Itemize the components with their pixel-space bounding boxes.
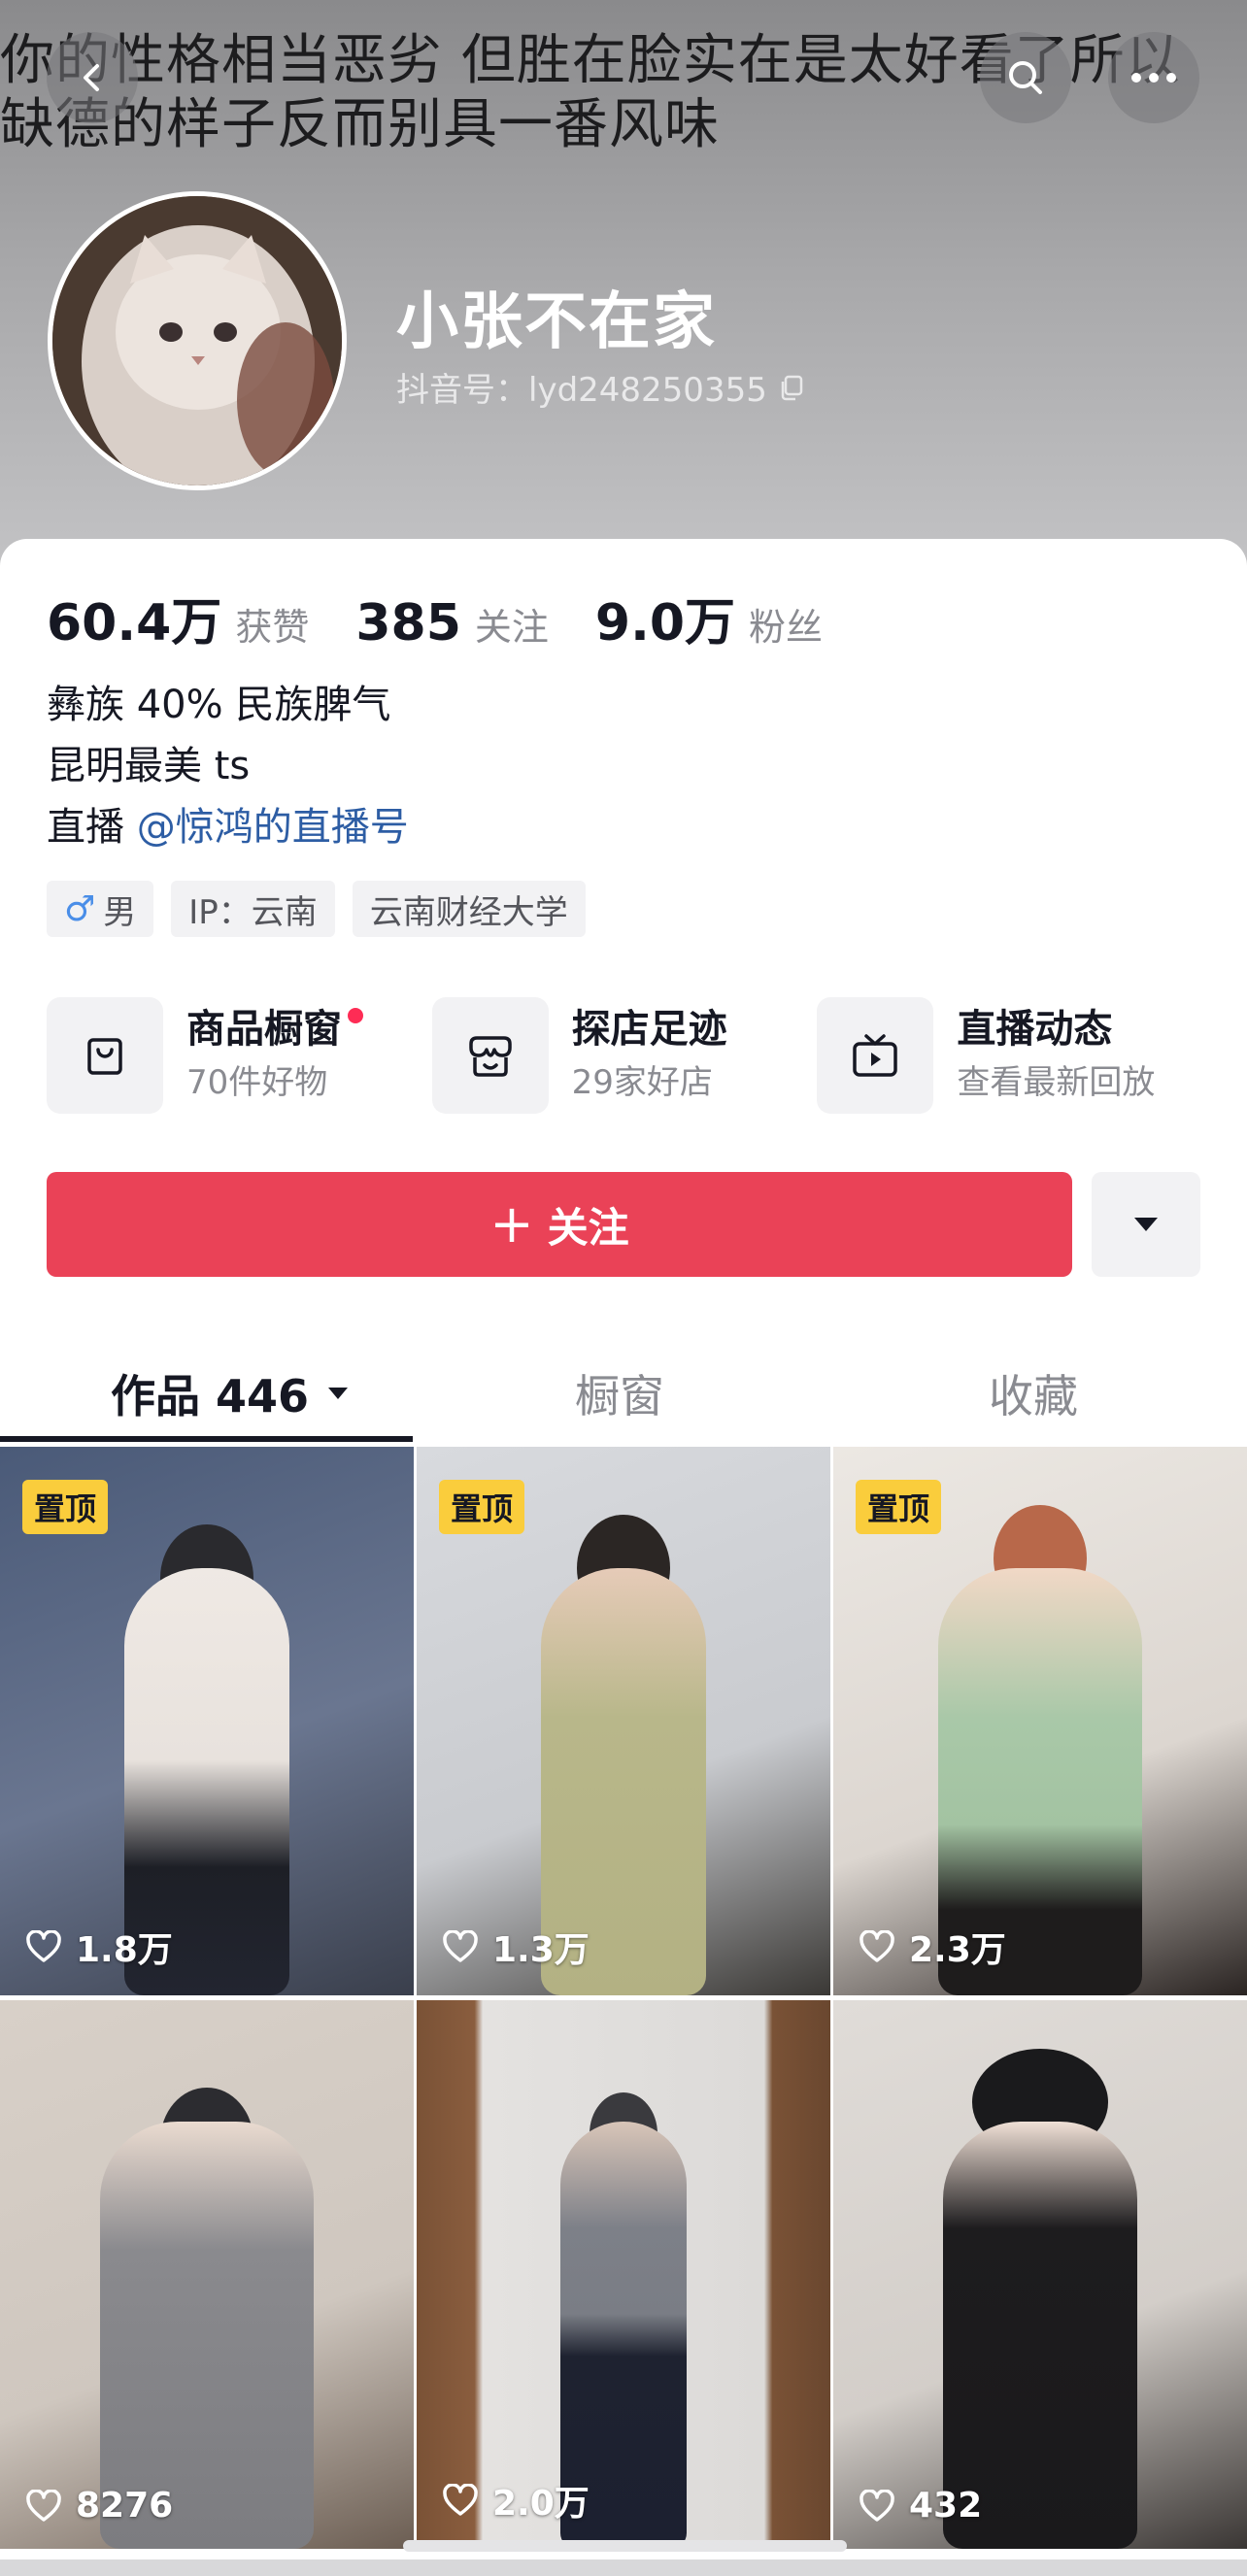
tab-works-label: 作品 446: [111, 1370, 310, 1422]
heart-icon: [859, 1930, 894, 1962]
caret-down-icon: [328, 1388, 349, 1399]
bio-line-live: 直播 @惊鸿的直播号: [47, 797, 409, 858]
video-thumbnail[interactable]: 置顶 1.3万: [417, 1447, 830, 1995]
avatar[interactable]: [48, 191, 347, 490]
heart-icon: [26, 2489, 61, 2522]
chevron-left-icon: [84, 64, 99, 91]
tab-shop-window[interactable]: 橱窗: [575, 1345, 664, 1442]
thumbnail-figure: [100, 2122, 314, 2549]
feature-shop-window[interactable]: 商品橱窗 70件好物: [47, 997, 432, 1114]
feature-subtitle: 70件好物: [186, 1063, 328, 1102]
feature-text: 探店足迹 29家好店: [572, 1002, 727, 1109]
tag-gender-label: 男: [103, 892, 137, 932]
video-thumbnail[interactable]: 置顶 1.8万: [0, 1447, 414, 1995]
like-count-value: 8276: [76, 2486, 174, 2526]
profile-content: 60.4万 获赞 385 关注 9.0万 粉丝 彝族 40% 民族脾气 昆明最美…: [0, 539, 1247, 2576]
douyin-id-text: 抖音号：lyd248250355: [396, 371, 767, 410]
next-row-peek: [0, 2559, 1247, 2576]
video-thumbnail[interactable]: 8276: [0, 2000, 414, 2549]
stat-label: 关注: [474, 606, 549, 649]
tab-favorites[interactable]: 收藏: [989, 1345, 1078, 1442]
like-count: 2.0万: [442, 2475, 590, 2526]
tag-ip: IP：云南: [171, 881, 335, 937]
live-account-link[interactable]: @惊鸿的直播号: [137, 805, 409, 850]
bio-line: 彝族 40% 民族脾气: [47, 683, 391, 727]
like-count-value: 1.3万: [492, 1930, 590, 1970]
bio-line: 昆明最美 ts: [47, 744, 251, 788]
thumbnail-figure: [943, 2122, 1137, 2549]
douyin-id: 抖音号：lyd248250355: [396, 363, 806, 411]
pinned-badge: 置顶: [439, 1480, 525, 1534]
search-button[interactable]: [980, 32, 1071, 123]
plus-icon: +: [489, 1193, 534, 1255]
heart-icon: [443, 2484, 478, 2516]
shopping-bag-icon: [47, 997, 163, 1114]
tag-school-label: 云南财经大学: [369, 892, 568, 932]
store-icon: [431, 997, 549, 1114]
feature-live-updates[interactable]: 直播动态 查看最新回放: [817, 997, 1202, 1114]
back-button[interactable]: [47, 32, 138, 123]
video-thumbnail[interactable]: 432: [833, 2000, 1247, 2549]
video-grid: 置顶 1.8万 置顶 1.3万 置顶 2.3万 8276 2.0万 432: [0, 1447, 1247, 2549]
stat-value: 385: [355, 594, 461, 652]
scroll-indicator: [403, 2540, 847, 2552]
feature-title: 探店足迹: [571, 1007, 727, 1052]
copy-icon[interactable]: [777, 373, 806, 402]
stat-followers[interactable]: 9.0万 粉丝: [595, 582, 823, 654]
profile-tabs: 作品 446 橱窗 收藏: [0, 1345, 1247, 1442]
like-count: 2.3万: [859, 1922, 1006, 1972]
male-icon: ♂: [64, 888, 96, 929]
tab-works[interactable]: 作品 446: [111, 1345, 350, 1442]
heart-icon: [859, 2489, 894, 2522]
tag-school[interactable]: 云南财经大学: [352, 881, 586, 937]
feature-entries: 商品橱窗 70件好物 探店足迹 29家好店 直播动态 查看最新回放: [47, 997, 1202, 1114]
like-count: 8276: [25, 2486, 173, 2526]
feature-subtitle: 查看最新回放: [957, 1063, 1156, 1102]
heart-icon: [443, 1930, 478, 1962]
heart-icon: [26, 1930, 61, 1962]
stat-value: 60.4万: [47, 594, 222, 652]
stat-label: 获赞: [235, 606, 310, 649]
profile-header: 你的性格相当恶劣 但胜在脸实在是太好看了所以 缺德的样子反而别具一番风味 小张不…: [0, 0, 1247, 583]
feature-text: 直播动态 查看最新回放: [957, 1002, 1155, 1109]
feature-store-visits[interactable]: 探店足迹 29家好店: [431, 997, 818, 1114]
bio: 彝族 40% 民族脾气 昆明最美 ts 直播 @惊鸿的直播号: [47, 675, 409, 858]
tag-ip-label: IP：云南: [188, 892, 318, 932]
more-dots-icon: [1131, 73, 1176, 83]
like-count-value: 1.8万: [76, 1930, 173, 1970]
feature-title: 直播动态: [957, 1007, 1113, 1052]
tv-icon: [817, 997, 934, 1114]
nickname: 小张不在家: [396, 286, 717, 358]
cat-avatar-image: [52, 196, 342, 485]
follow-label: 关注: [547, 1203, 629, 1252]
feature-title: 商品橱窗: [186, 1007, 342, 1052]
like-count-value: 2.0万: [492, 2484, 590, 2524]
pinned-badge: 置顶: [22, 1480, 109, 1534]
stat-label: 粉丝: [749, 606, 824, 649]
feature-subtitle: 29家好店: [571, 1063, 713, 1102]
stat-value: 9.0万: [594, 594, 736, 652]
like-count: 1.3万: [442, 1922, 590, 1972]
pinned-badge: 置顶: [856, 1480, 942, 1534]
like-count: 1.8万: [25, 1922, 173, 1972]
like-count: 432: [859, 2486, 982, 2526]
stat-following[interactable]: 385 关注: [355, 594, 549, 652]
like-count-value: 2.3万: [909, 1930, 1006, 1970]
profile-stats: 60.4万 获赞 385 关注 9.0万 粉丝: [47, 582, 869, 654]
search-icon: [1009, 61, 1042, 94]
video-thumbnail[interactable]: 置顶 2.3万: [833, 1447, 1247, 1995]
recommend-dropdown-button[interactable]: [1092, 1172, 1200, 1277]
feature-text: 商品橱窗 70件好物: [186, 1002, 363, 1109]
active-tab-indicator: [0, 1436, 413, 1442]
video-thumbnail[interactable]: 2.0万: [417, 2000, 830, 2549]
triangle-down-icon: [1134, 1218, 1158, 1231]
follow-button[interactable]: + 关注: [47, 1172, 1072, 1277]
tag-gender: ♂ 男: [47, 881, 154, 937]
notification-dot: [348, 1008, 363, 1023]
profile-tags: ♂ 男 IP：云南 云南财经大学: [47, 881, 586, 937]
more-button[interactable]: [1108, 32, 1199, 123]
stat-likes[interactable]: 60.4万 获赞: [47, 582, 309, 654]
bio-live-prefix: 直播: [47, 805, 124, 850]
like-count-value: 432: [909, 2486, 983, 2526]
